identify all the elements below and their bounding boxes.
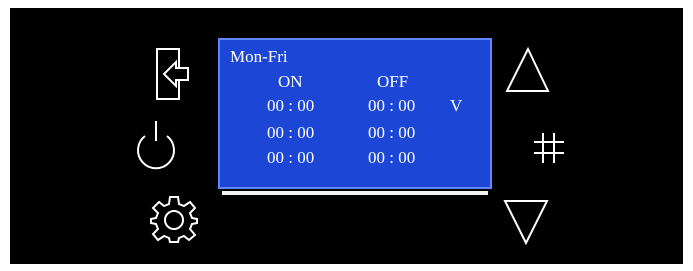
- schedule-title: Mon-Fri: [230, 47, 288, 66]
- up-arrow-icon[interactable]: [504, 44, 552, 96]
- column-header-off: OFF: [377, 72, 409, 91]
- settings-icon[interactable]: [149, 194, 199, 244]
- screen-underline: [222, 191, 488, 195]
- row-3-off-time: 00 : 00: [368, 148, 416, 167]
- down-arrow-icon[interactable]: [501, 196, 551, 248]
- row-2-off-time: 00 : 00: [368, 123, 416, 142]
- row-2-on-time: 00 : 00: [267, 123, 315, 142]
- row-1-on-time: 00 : 00: [267, 96, 315, 115]
- row-1-off-time: 00 : 00: [368, 96, 416, 115]
- column-header-on: ON: [278, 72, 303, 91]
- row-1-marker: V: [450, 96, 463, 115]
- back-icon[interactable]: [152, 47, 194, 101]
- power-icon[interactable]: [131, 117, 181, 173]
- hash-icon[interactable]: [530, 129, 568, 167]
- row-3-on-time: 00 : 00: [267, 148, 315, 167]
- lcd-screen: Mon-Fri ON OFF 00 : 00 00 : 00 V 00 : 00…: [218, 38, 492, 189]
